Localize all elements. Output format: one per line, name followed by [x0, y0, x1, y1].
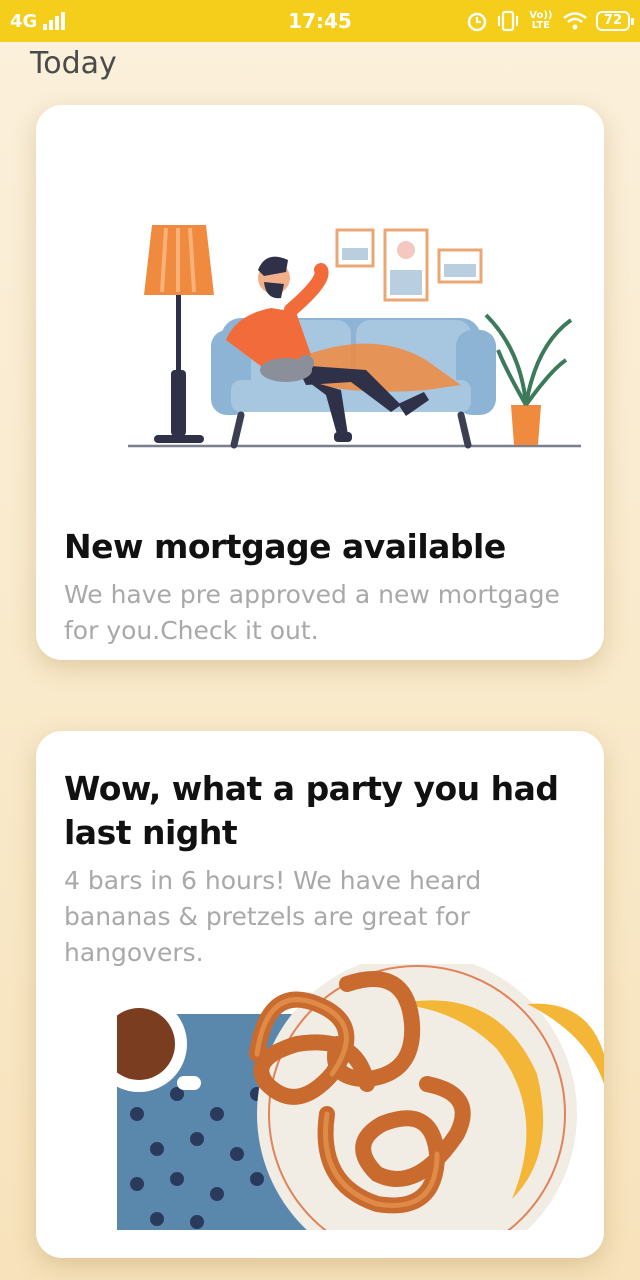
- alarm-icon: [467, 12, 487, 32]
- battery-icon: 72: [595, 11, 635, 31]
- mortgage-card[interactable]: New mortgage available We have pre appro…: [36, 105, 604, 660]
- card-title: Wow, what a party you had last night: [64, 769, 559, 852]
- vibrate-icon: [497, 10, 518, 32]
- volte-icon: Vo)) LTE: [529, 10, 553, 31]
- section-title: Today: [30, 46, 117, 81]
- card-title: New mortgage available: [64, 527, 506, 566]
- card-body: 4 bars in 6 hours! We have heard bananas…: [64, 866, 482, 967]
- pretzels-banana-illustration: [117, 964, 604, 1230]
- status-bar: 4G 17:45 Vo)) LTE 72: [0, 0, 640, 42]
- party-card[interactable]: Wow, what a party you had last night 4 b…: [36, 731, 604, 1258]
- card-body: We have pre approved a new mortgage for …: [64, 580, 560, 645]
- man-on-sofa-illustration: [128, 225, 581, 449]
- wifi-icon: [563, 12, 587, 30]
